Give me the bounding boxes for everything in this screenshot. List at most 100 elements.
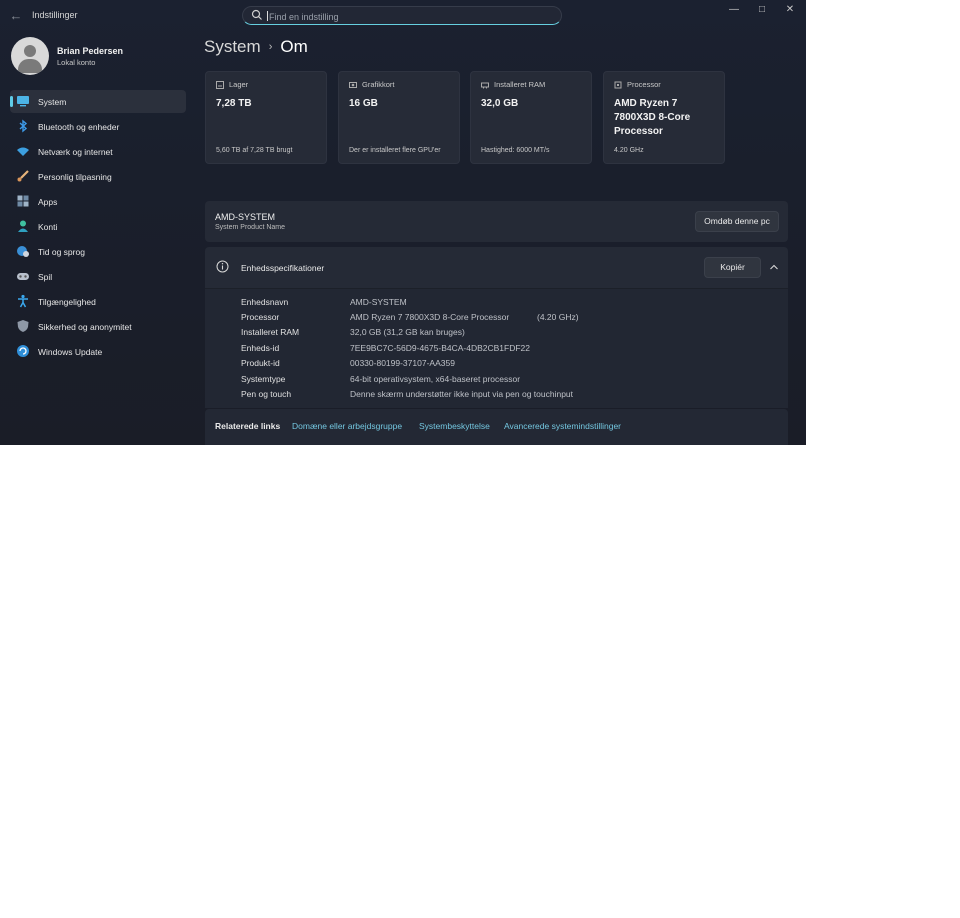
card-detail: 4.20 GHz: [614, 147, 644, 154]
search-icon: [251, 9, 262, 20]
person-icon: [18, 220, 28, 232]
sidebar-item-apps[interactable]: Apps: [10, 190, 186, 213]
sidebar-nav: System Bluetooth og enheder Netværk og i…: [10, 90, 186, 365]
settings-window: ← Indstillinger — □ ✕ Brian Pedersen Lok…: [0, 0, 806, 445]
card-label: Installeret RAM: [494, 80, 546, 89]
card-value: 16 GB: [349, 98, 378, 109]
shield-icon: [17, 320, 29, 332]
back-arrow-icon[interactable]: ←: [6, 6, 26, 26]
ram-icon: [481, 82, 489, 89]
specs-title: Enhedsspecifikationer: [241, 263, 325, 273]
info-icon: [216, 260, 229, 273]
copy-button[interactable]: Kopiér: [704, 257, 761, 278]
apps-icon: [17, 195, 29, 207]
avatar[interactable]: [11, 37, 49, 75]
sidebar-item-label: Spil: [38, 272, 53, 282]
spec-label: Processor: [241, 312, 280, 322]
spec-value: AMD-SYSTEM: [350, 297, 407, 307]
system-protection-link[interactable]: Systembeskyttelse: [419, 421, 490, 431]
sidebar-item-label: Bluetooth og enheder: [38, 122, 120, 132]
sidebar-item-label: Tilgængelighed: [38, 297, 96, 307]
search-input[interactable]: [267, 8, 551, 25]
card-value: 32,0 GB: [481, 98, 519, 109]
storage-icon: [216, 81, 224, 89]
spec-label: Enheds-id: [241, 343, 280, 353]
sidebar-item-label: Konti: [38, 222, 58, 232]
spec-label: Enhedsnavn: [241, 297, 289, 307]
sidebar-item-label: Personlig tilpasning: [38, 172, 112, 182]
device-name-panel: AMD-SYSTEM System Product Name Omdøb den…: [205, 201, 788, 242]
spec-value: 7EE9BC7C-56D9-4675-B4CA-4DB2CB1FDF22: [350, 343, 530, 353]
page-title: Om: [280, 37, 308, 56]
bluetooth-icon: [19, 119, 28, 133]
chevron-up-icon[interactable]: [769, 263, 779, 271]
minimize-button[interactable]: —: [720, 0, 748, 22]
search-box[interactable]: [242, 6, 562, 25]
sidebar-item-bluetooth[interactable]: Bluetooth og enheder: [10, 115, 186, 138]
monitor-icon: [17, 96, 29, 107]
sidebar-item-label: Apps: [38, 197, 58, 207]
spec-label: Installeret RAM: [241, 327, 300, 337]
card-value: AMD Ryzen 7 7800X3D 8-Core Processor: [614, 98, 691, 137]
card-value: 7,28 TB: [216, 98, 252, 109]
gamepad-icon: [17, 273, 29, 280]
specs-header[interactable]: Enhedsspecifikationer Kopiér: [205, 247, 788, 289]
card-detail: Hastighed: 6000 MT/s: [481, 147, 550, 154]
sidebar-item-label: Windows Update: [38, 347, 103, 357]
spec-value: 00330-80199-37107-AA359: [350, 358, 455, 368]
spec-value: AMD Ryzen 7 7800X3D 8-Core Processor: [350, 312, 510, 322]
cpu-icon: [614, 81, 622, 89]
spec-label: Pen og touch: [241, 389, 292, 399]
sidebar-item-accounts[interactable]: Konti: [10, 215, 186, 238]
card-label: Grafikkort: [362, 80, 395, 89]
advanced-system-settings-link[interactable]: Avancerede systemindstillinger: [504, 421, 621, 431]
graphics-card[interactable]: Grafikkort 16 GB Der er installeret fler…: [338, 71, 460, 164]
sidebar-item-accessibility[interactable]: Tilgængelighed: [10, 290, 186, 313]
card-detail: 5,60 TB af 7,28 TB brugt: [216, 147, 293, 154]
profile-name: Brian Pedersen: [57, 46, 124, 56]
storage-card[interactable]: Lager 7,28 TB 5,60 TB af 7,28 TB brugt: [205, 71, 327, 164]
globe-clock-icon: [17, 246, 29, 257]
sidebar-item-label: Netværk og internet: [38, 147, 113, 157]
spec-label: Produkt-id: [241, 358, 280, 368]
spec-value: Denne skærm understøtter ikke input via …: [350, 389, 574, 399]
sidebar-item-label: Sikkerhed og anonymitet: [38, 322, 132, 332]
sidebar-item-label: Tid og sprog: [38, 247, 85, 257]
ram-card[interactable]: Installeret RAM 32,0 GB Hastighed: 6000 …: [470, 71, 592, 164]
breadcrumb: System › Om: [204, 37, 308, 57]
processor-card[interactable]: Processor AMD Ryzen 7 7800X3D 8-Core Pro…: [603, 71, 725, 164]
sidebar-item-privacy-security[interactable]: Sikkerhed og anonymitet: [10, 315, 186, 338]
card-label: Lager: [229, 80, 249, 89]
device-name: AMD-SYSTEM: [215, 212, 276, 222]
device-specs-panel: Enhedsspecifikationer Kopiér Enhedsnavn …: [205, 247, 788, 408]
sidebar-item-personalization[interactable]: Personlig tilpasning: [10, 165, 186, 188]
spec-value: 64-bit operativsystem, x64-baseret proce…: [350, 374, 521, 384]
spec-value-extra: (4.20 GHz): [537, 312, 579, 322]
gpu-icon: [349, 82, 357, 88]
sidebar-item-network[interactable]: Netværk og internet: [10, 140, 186, 163]
wifi-icon: [17, 147, 29, 156]
device-product-name: System Product Name: [215, 224, 286, 231]
title-bar: ← Indstillinger — □ ✕: [0, 0, 806, 32]
spec-label: Systemtype: [241, 374, 286, 384]
rename-pc-button[interactable]: Omdøb denne pc: [695, 211, 779, 232]
card-detail: Der er installeret flere GPU'er: [349, 147, 441, 154]
breadcrumb-parent[interactable]: System: [204, 37, 261, 56]
related-links-title: Relaterede links: [215, 421, 281, 431]
sidebar-item-time-language[interactable]: Tid og sprog: [10, 240, 186, 263]
breadcrumb-separator: ›: [268, 41, 273, 53]
app-title: Indstillinger: [32, 10, 78, 20]
sidebar-item-system[interactable]: System: [10, 90, 186, 113]
sidebar-item-windows-update[interactable]: Windows Update: [10, 340, 186, 363]
profile-account-type: Lokal konto: [57, 58, 96, 67]
maximize-button[interactable]: □: [748, 0, 776, 22]
sidebar-item-gaming[interactable]: Spil: [10, 265, 186, 288]
specs-list: Enhedsnavn AMD-SYSTEM Processor AMD Ryze…: [205, 289, 788, 408]
accessibility-icon: [18, 294, 28, 308]
brush-icon: [17, 170, 29, 182]
domain-workgroup-link[interactable]: Domæne eller arbejdsgruppe: [292, 421, 402, 431]
update-icon: [17, 345, 29, 357]
sidebar-item-label: System: [38, 97, 67, 107]
close-button[interactable]: ✕: [776, 0, 804, 22]
card-label: Processor: [627, 80, 661, 89]
